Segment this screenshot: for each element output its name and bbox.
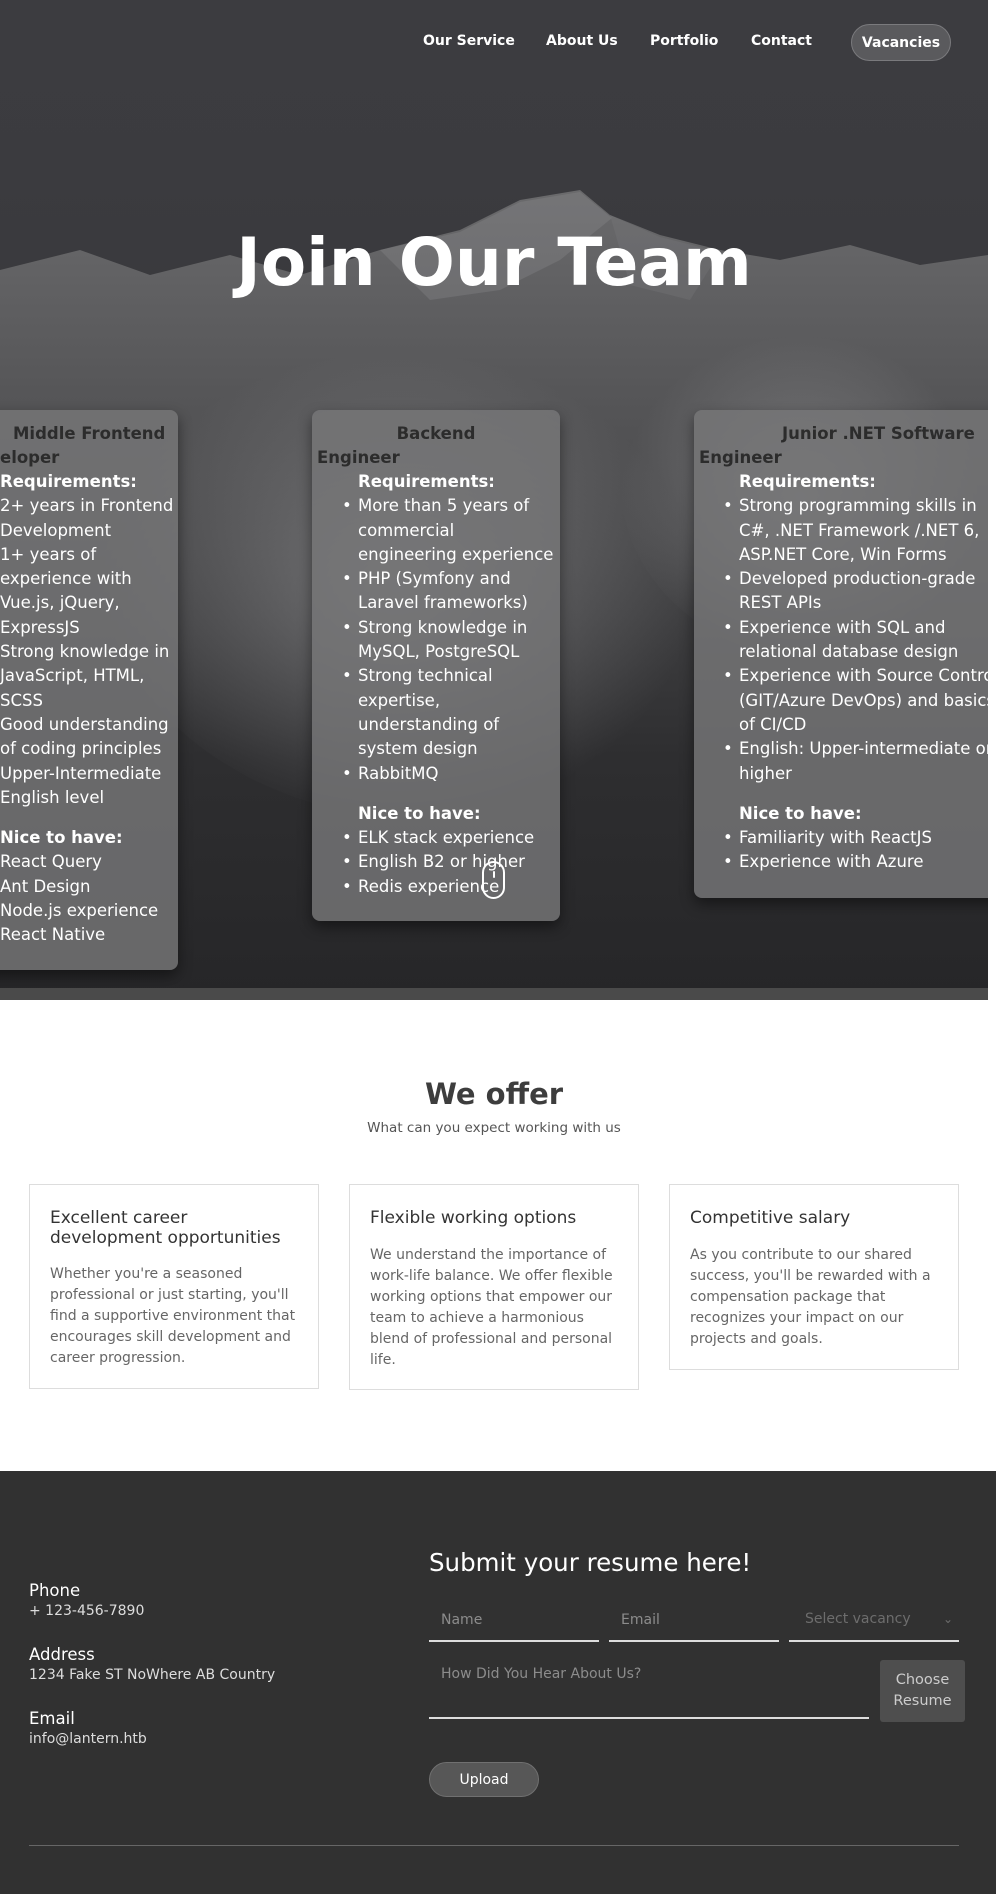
hear-about-us-field[interactable]: [429, 1657, 869, 1719]
offer-card-text: As you contribute to our shared success,…: [690, 1246, 931, 1347]
offer-card-text: We understand the importance of work-lif…: [370, 1246, 613, 1368]
phone-label: Phone: [29, 1581, 81, 1600]
requirements-list: Strong programming skills in C#, .NET Fr…: [723, 494, 988, 786]
list-item: Ant Design: [0, 876, 91, 896]
nice-to-have-list: ELK stack experience English B2 or highe…: [342, 826, 558, 900]
list-item: Strong programming skills in C#, .NET Fr…: [723, 494, 988, 567]
list-item: Familiarity with ReactJS: [723, 826, 988, 851]
list-item: English level: [0, 787, 105, 807]
list-item: Good understanding: [0, 714, 169, 734]
list-item: Development: [0, 520, 112, 540]
list-item: experience with: [0, 569, 132, 589]
offer-card-title: Excellent career development opportuniti…: [50, 1208, 281, 1248]
nav-link-about-us[interactable]: About Us: [546, 33, 618, 49]
vacancy-title: Junior .NET Software: [782, 424, 975, 443]
mouse-scroll-icon[interactable]: [482, 861, 505, 899]
offer-card-salary: Competitive salary As you contribute to …: [669, 1184, 959, 1370]
page-title: Join Our Team: [236, 224, 752, 301]
list-item: React Query: [0, 852, 102, 872]
vacancy-title-line2: eloper: [0, 448, 60, 467]
list-item: Upper-Intermediate: [0, 763, 162, 783]
requirements-heading: Requirements:: [358, 472, 495, 491]
vacancy-card-frontend[interactable]: Middle Frontend eloper Requirements: 2+ …: [0, 410, 178, 970]
nice-to-have-heading: Nice to have:: [739, 803, 862, 823]
address-label: Address: [29, 1645, 95, 1664]
choose-resume-button[interactable]: Choose Resume: [880, 1660, 965, 1722]
vacancy-title: Backend: [396, 424, 476, 443]
hero-section: Our Service About Us Portfolio Contact V…: [0, 0, 988, 1000]
nice-to-have-list: React Query Ant Design Node.js experienc…: [0, 850, 178, 947]
vacancy-select-placeholder: Select vacancy: [805, 1611, 911, 1627]
resume-form-title: Submit your resume here!: [429, 1548, 752, 1577]
requirements-heading: Requirements:: [739, 472, 876, 491]
list-item: Vue.js, jQuery,: [0, 593, 120, 613]
list-item: Redis experience: [342, 875, 558, 900]
upload-button[interactable]: Upload: [429, 1762, 539, 1797]
requirements-heading: Requirements:: [0, 472, 137, 491]
phone-value: + 123-456-7890: [29, 1603, 145, 1619]
nav-link-contact[interactable]: Contact: [751, 33, 812, 49]
top-nav: Our Service About Us Portfolio Contact V…: [0, 0, 988, 84]
vacancy-title: Middle Frontend: [13, 424, 166, 443]
list-item: Experience with SQL and relational datab…: [723, 616, 988, 665]
vacancy-select[interactable]: Select vacancy ⌄: [789, 1602, 959, 1642]
requirements-list: 2+ years in Frontend Development 1+ year…: [0, 494, 178, 810]
footer-divider: [29, 1845, 959, 1846]
list-item: Strong technical expertise, understandin…: [342, 664, 558, 761]
offer-subtitle: What can you expect working with us: [367, 1120, 621, 1136]
nav-link-portfolio[interactable]: Portfolio: [650, 33, 718, 49]
list-item: 2+ years in Frontend: [0, 496, 174, 516]
vacancy-title-line2: Engineer: [317, 448, 400, 467]
offer-card-title: Flexible working options: [370, 1208, 577, 1228]
vacancy-card-backend[interactable]: Backend Engineer Requirements: More than…: [312, 410, 560, 921]
list-item: English: Upper-intermediate or higher: [723, 737, 988, 786]
nice-to-have-list: Familiarity with ReactJS Experience with…: [723, 826, 988, 875]
list-item: Node.js experience: [0, 901, 159, 921]
offer-card-text: Whether you're a seasoned professional o…: [50, 1266, 296, 1366]
list-item: More than 5 years of commercial engineer…: [342, 494, 558, 567]
list-item: 1+ years of: [0, 544, 97, 564]
email-label: Email: [29, 1709, 75, 1728]
list-item: Experience with Azure: [723, 850, 988, 875]
offer-card-career: Excellent career development opportuniti…: [29, 1184, 319, 1389]
list-item: Strong knowledge in: [0, 642, 170, 662]
list-item: Experience with Source Control (GIT/Azur…: [723, 664, 988, 737]
list-item: of coding principles: [0, 739, 162, 759]
email-field[interactable]: [609, 1602, 779, 1642]
requirements-list: More than 5 years of commercial engineer…: [342, 494, 558, 787]
hero-bottom-strip: [0, 988, 988, 1000]
list-item: PHP (Symfony and Laravel frameworks): [342, 567, 558, 616]
list-item: Developed production-grade REST APIs: [723, 567, 988, 616]
choose-resume-label: Choose Resume: [893, 1672, 952, 1709]
name-field[interactable]: [429, 1602, 599, 1642]
list-item: SCSS: [0, 690, 43, 710]
offer-card-title: Competitive salary: [690, 1208, 851, 1228]
chevron-down-icon: ⌄: [942, 1612, 953, 1626]
vacancies-button[interactable]: Vacancies: [851, 24, 951, 61]
list-item: JavaScript, HTML,: [0, 666, 145, 686]
offer-card-flexible: Flexible working options We understand t…: [349, 1184, 639, 1390]
list-item: React Native: [0, 925, 106, 945]
address-value: 1234 Fake ST NoWhere AB Country: [29, 1667, 276, 1683]
vacancy-card-dotnet[interactable]: Junior .NET Software Engineer Requiremen…: [694, 410, 988, 898]
offer-title: We offer: [424, 1077, 564, 1111]
nav-link-our-service[interactable]: Our Service: [423, 33, 515, 49]
nice-to-have-heading: Nice to have:: [0, 828, 123, 848]
vacancy-title-line2: Engineer: [699, 448, 782, 467]
list-item: ELK stack experience: [342, 826, 558, 851]
list-item: ExpressJS: [0, 617, 80, 637]
list-item: English B2 or higher: [342, 850, 558, 875]
list-item: Strong knowledge in MySQL, PostgreSQL: [342, 616, 558, 665]
list-item: RabbitMQ: [342, 762, 558, 787]
email-value: info@lantern.htb: [29, 1731, 147, 1747]
nice-to-have-heading: Nice to have:: [358, 803, 481, 823]
